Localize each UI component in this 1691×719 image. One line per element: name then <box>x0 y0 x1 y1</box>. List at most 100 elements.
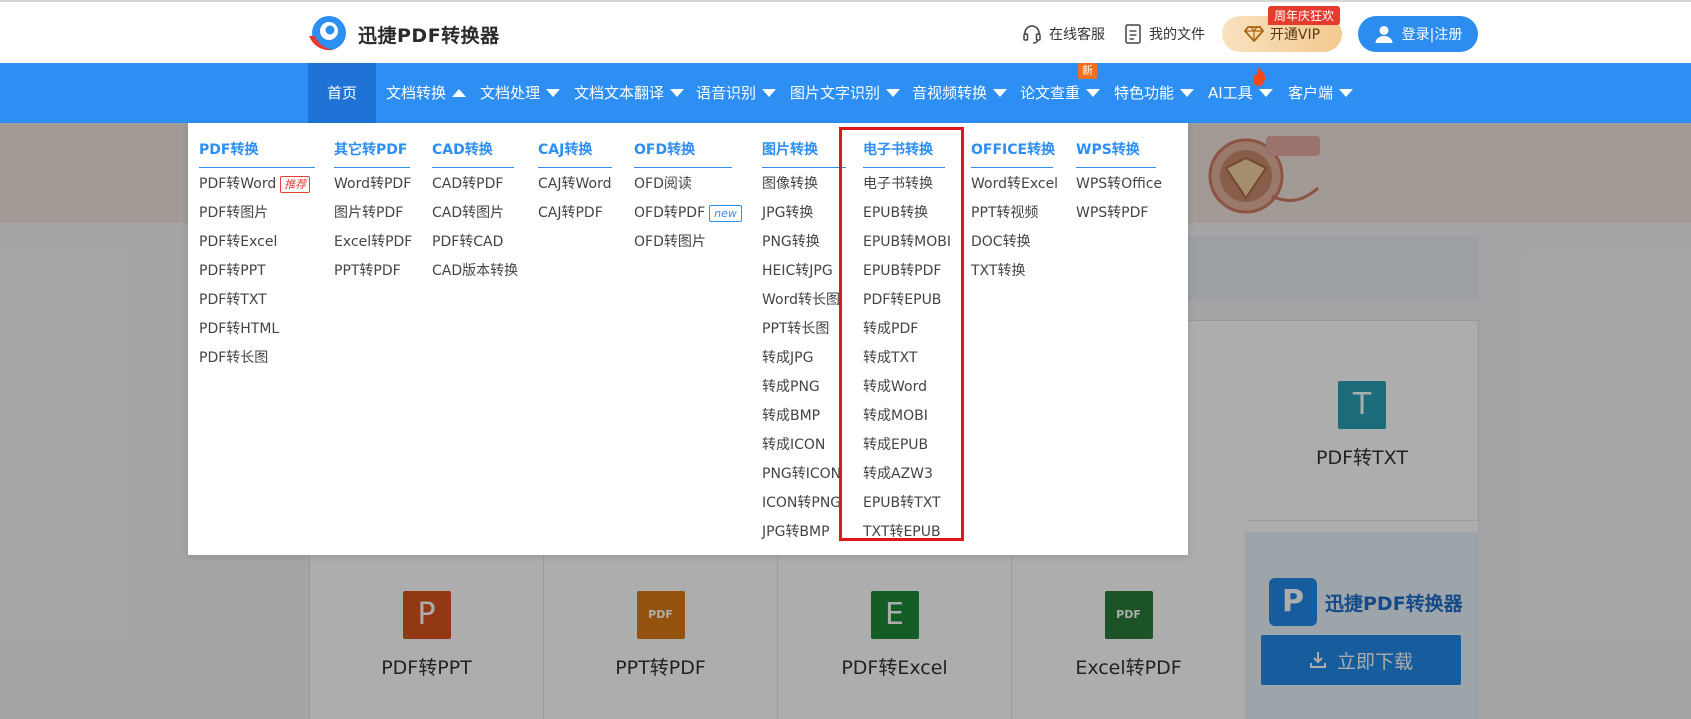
menu-item[interactable]: PDF转Word 推荐 <box>199 170 315 199</box>
menu-item[interactable]: 图像转换 <box>762 170 846 199</box>
menu-col-pdf-convert: PDF转换 PDF转Word 推荐 PDF转图片 PDF转Excel PDF转PP… <box>199 123 315 373</box>
menu-item[interactable]: PPT转PDF <box>334 257 410 286</box>
menu-col-title: WPS转换 <box>1076 123 1156 167</box>
menu-col-caj-convert: CAJ转换 CAJ转Word CAJ转PDF <box>538 123 612 228</box>
login-register-button[interactable]: 登录|注册 <box>1358 16 1478 52</box>
nav-doc-convert[interactable]: 文档转换 <box>386 63 467 123</box>
menu-item[interactable]: 转成ICON <box>762 431 846 460</box>
menu-item[interactable]: PDF转HTML <box>199 315 315 344</box>
nav-image-ocr[interactable]: 图片文字识别 <box>790 63 901 123</box>
caret-down-icon <box>1258 89 1273 97</box>
caret-down-icon <box>1180 89 1195 97</box>
online-service-link[interactable]: 在线客服 <box>1022 24 1105 44</box>
menu-col-title: 其它转PDF <box>334 123 410 167</box>
menu-item[interactable]: PDF转CAD <box>432 228 514 257</box>
menu-col-image-convert: 图片转换 图像转换 JPG转换 PNG转换 HEIC转JPG Word转长图 P… <box>762 123 846 547</box>
menu-col-title: PDF转换 <box>199 123 315 167</box>
menu-col-office-convert: OFFICE转换 Word转Excel PPT转视频 DOC转换 TXT转换 <box>971 123 1058 286</box>
new-badge: 新 <box>1078 63 1097 79</box>
menu-item[interactable]: CAD版本转换 <box>432 257 518 286</box>
user-icon <box>1375 26 1393 43</box>
diamond-icon <box>1243 26 1264 42</box>
ebook-column-highlight <box>839 127 964 541</box>
menu-col-title: 图片转换 <box>762 123 846 167</box>
menu-item[interactable]: 图片转PDF <box>334 199 410 228</box>
menu-item[interactable]: PNG转换 <box>762 228 846 257</box>
caret-down-icon <box>670 89 685 97</box>
menu-item[interactable]: ICON转PNG <box>762 489 846 518</box>
nav-doc-process[interactable]: 文档处理 <box>480 63 561 123</box>
menu-col-title: OFFICE转换 <box>971 123 1055 167</box>
nav-label: 音视频转换 <box>912 84 988 102</box>
menu-item[interactable]: OFD阅读 <box>634 170 732 199</box>
doc-convert-dropdown: PDF转换 PDF转Word 推荐 PDF转图片 PDF转Excel PDF转PP… <box>188 123 1188 555</box>
menu-col-title: CAJ转换 <box>538 123 612 167</box>
logo-icon <box>309 16 346 51</box>
nav-client[interactable]: 客户端 <box>1288 63 1354 123</box>
menu-item[interactable]: PDF转图片 <box>199 199 315 228</box>
my-files-label: 我的文件 <box>1149 27 1205 43</box>
my-files-link[interactable]: 我的文件 <box>1124 24 1205 44</box>
menu-col-title: CAD转换 <box>432 123 514 167</box>
nav-label: 文档文本翻译 <box>574 84 665 102</box>
headset-icon <box>1023 25 1041 44</box>
menu-item[interactable]: PPT转视频 <box>971 199 1053 228</box>
menu-item[interactable]: CAJ转Word <box>538 170 612 199</box>
login-register-label: 登录|注册 <box>1401 27 1463 43</box>
main-nav: 首页 文档转换 文档处理 文档文本翻译 语音识别 图片文字识别 音视频转换 论文… <box>0 63 1691 123</box>
nav-label: 客户端 <box>1288 84 1334 102</box>
menu-item[interactable]: PPT转长图 <box>762 315 846 344</box>
caret-down-icon <box>546 89 561 97</box>
menu-item[interactable]: PDF转PPT <box>199 257 315 286</box>
menu-col-cad-convert: CAD转换 CAD转PDF CAD转图片 PDF转CAD CAD版本转换 <box>432 123 518 286</box>
menu-item[interactable]: WPS转PDF <box>1076 199 1156 228</box>
menu-item[interactable]: PDF转Excel <box>199 228 315 257</box>
menu-col-ofd-convert: OFD转换 OFD阅读 OFD转PDF new OFD转图片 <box>634 123 742 257</box>
new-tag: new <box>709 205 742 222</box>
menu-item[interactable]: TXT转换 <box>971 257 1053 286</box>
menu-item[interactable]: DOC转换 <box>971 228 1053 257</box>
menu-item-label: PDF转Word <box>199 176 277 192</box>
menu-item[interactable]: CAD转PDF <box>432 170 514 199</box>
menu-item[interactable]: JPG转BMP <box>762 518 846 547</box>
menu-item[interactable]: WPS转Office <box>1076 170 1162 199</box>
menu-item[interactable]: OFD转图片 <box>634 228 732 257</box>
caret-down-icon <box>1339 89 1354 97</box>
nav-label: 论文查重 <box>1020 84 1081 102</box>
logo-text: 迅捷PDF转换器 <box>358 24 500 47</box>
nav-doc-translate[interactable]: 文档文本翻译 <box>574 63 685 123</box>
menu-item[interactable]: HEIC转JPG <box>762 257 846 286</box>
menu-item[interactable]: CAJ转PDF <box>538 199 612 228</box>
nav-label: 文档处理 <box>480 84 541 102</box>
caret-down-icon <box>886 89 901 97</box>
top-header: 迅捷PDF转换器 在线客服 我的文件 开通VIP 周年庆狂欢 登录|注册 <box>0 0 1691 63</box>
caret-down-icon <box>1086 89 1101 97</box>
nav-av-convert[interactable]: 音视频转换 <box>912 63 1008 123</box>
menu-item[interactable]: Excel转PDF <box>334 228 412 257</box>
menu-item[interactable]: PDF转长图 <box>199 344 315 373</box>
menu-item-label: OFD转PDF <box>634 205 706 221</box>
fire-icon <box>1252 66 1266 86</box>
menu-item[interactable]: CAD转图片 <box>432 199 514 228</box>
nav-features[interactable]: 特色功能 <box>1114 63 1195 123</box>
menu-item[interactable]: PDF转TXT <box>199 286 315 315</box>
menu-item[interactable]: Word转Excel <box>971 170 1058 199</box>
menu-item[interactable]: Word转长图 <box>762 286 846 315</box>
menu-item[interactable]: Word转PDF <box>334 170 411 199</box>
menu-item[interactable]: 转成JPG <box>762 344 846 373</box>
open-vip-label: 开通VIP <box>1269 27 1321 43</box>
menu-item[interactable]: 转成PNG <box>762 373 846 402</box>
nav-label: 文档转换 <box>386 84 447 102</box>
menu-item[interactable]: 转成BMP <box>762 402 846 431</box>
online-service-label: 在线客服 <box>1049 27 1105 43</box>
site-logo[interactable]: 迅捷PDF转换器 <box>306 14 500 54</box>
menu-col-title: OFD转换 <box>634 123 732 167</box>
menu-item[interactable]: JPG转换 <box>762 199 846 228</box>
anniversary-badge: 周年庆狂欢 <box>1268 6 1341 25</box>
caret-down-icon <box>762 89 777 97</box>
nav-home[interactable]: 首页 <box>308 63 376 123</box>
menu-item[interactable]: OFD转PDF new <box>634 199 742 228</box>
nav-label: 特色功能 <box>1114 84 1175 102</box>
nav-speech-recognition[interactable]: 语音识别 <box>696 63 777 123</box>
menu-item[interactable]: PNG转ICON <box>762 460 846 489</box>
